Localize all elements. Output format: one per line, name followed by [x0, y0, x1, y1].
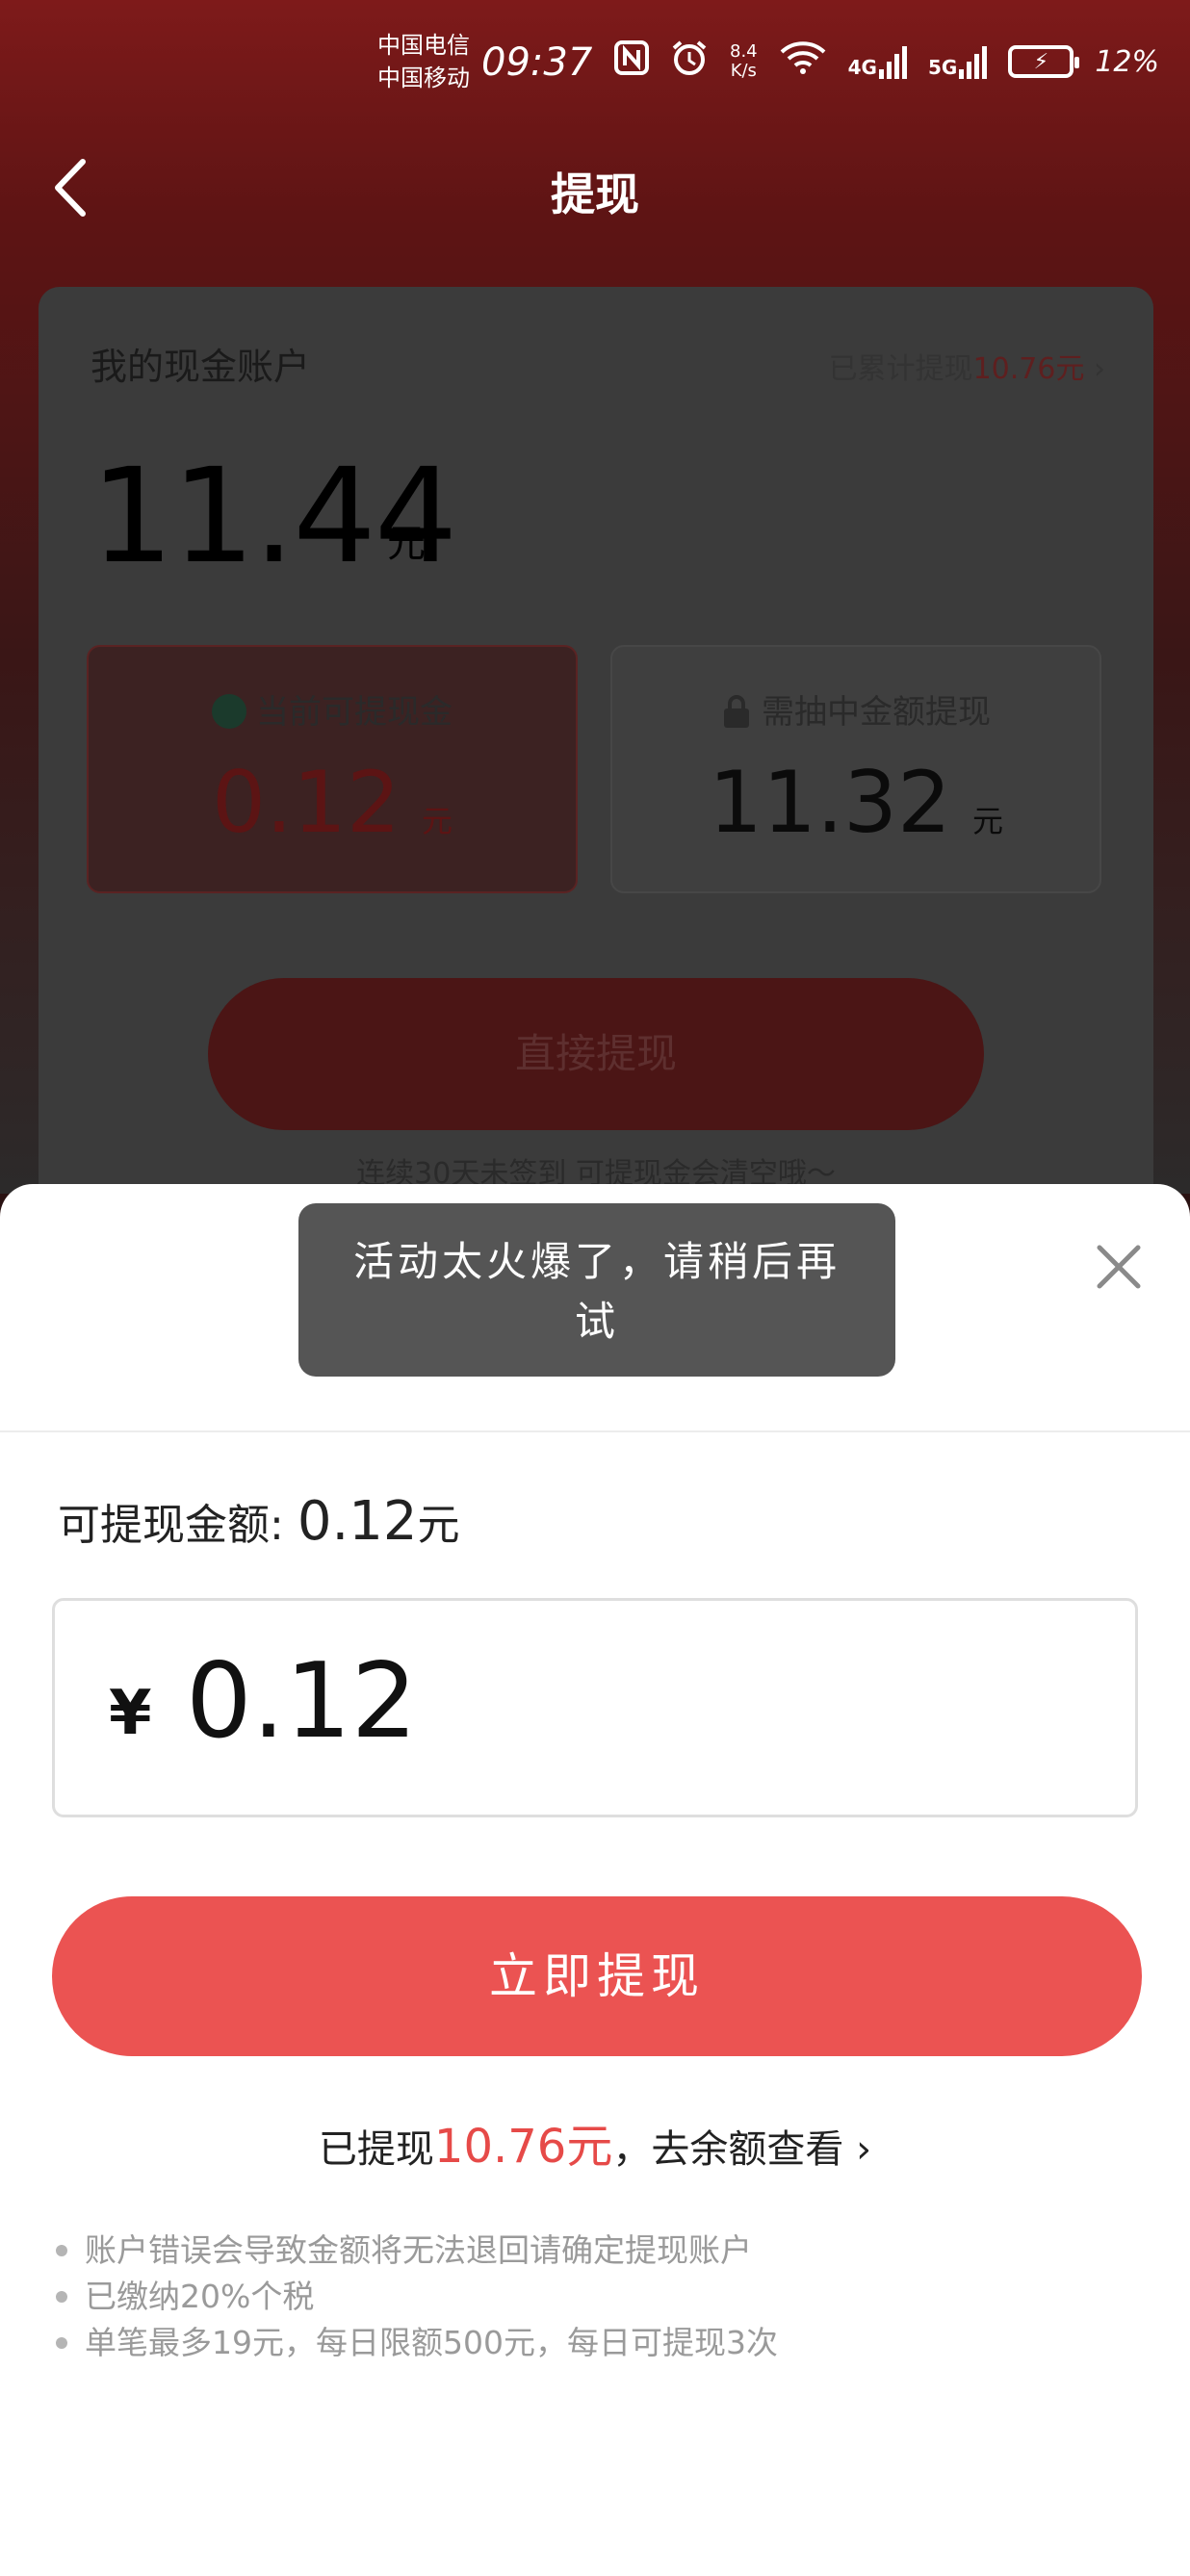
history-amount: 10.76元: [433, 2120, 613, 2174]
locked-box[interactable]: 需抽中金额提现 11.32 元: [610, 645, 1101, 893]
close-button[interactable]: [1084, 1232, 1153, 1301]
currency-symbol: ¥: [109, 1678, 152, 1749]
bullet-icon: [56, 2291, 67, 2303]
withdrawable-value: 0.12: [212, 753, 401, 852]
withdrawable-box[interactable]: 当前可提现金 0.12 元: [87, 645, 578, 893]
direct-withdraw-button[interactable]: 直接提现: [208, 978, 984, 1130]
lock-icon: [721, 694, 752, 737]
withdraw-sheet: 可提现金额: 0.12元 ¥ 立即提现 已提现10.76元，去余额查看 › 账户…: [0, 1184, 1190, 2576]
locked-value: 11.32: [709, 753, 951, 852]
close-icon: [1097, 1245, 1141, 1289]
carrier-2: 中国移动: [377, 64, 470, 91]
list-item: 单笔最多19元，每日限额500元，每日可提现3次: [56, 2320, 778, 2366]
battery-icon: ⚡: [1008, 45, 1080, 78]
history-link[interactable]: 已提现10.76元，去余额查看 ›: [0, 2108, 1190, 2176]
bullet-icon: [56, 2245, 67, 2256]
total-withdrawn-link[interactable]: 已累计提现10.76元 ›: [829, 345, 1105, 387]
locked-label: 需抽中金额提现: [762, 693, 991, 732]
balance-unit: 元: [387, 522, 426, 566]
page-title: 提现: [551, 168, 639, 220]
signal-bars-icon: [959, 44, 988, 79]
list-item: 账户错误会导致金额将无法退回请确定提现账户: [56, 2228, 778, 2274]
divider: [0, 1430, 1190, 1432]
account-title: 我的现金账户: [91, 346, 311, 388]
amount-input[interactable]: [186, 1641, 1052, 1762]
carrier-1: 中国电信: [377, 32, 470, 59]
wifi-icon: [779, 40, 827, 83]
available-value: 0.12: [297, 1490, 418, 1553]
list-item: 已缴纳20%个税: [56, 2274, 778, 2320]
status-bar: 中国电信 中国移动 09:37 8.4 K/s 4G 5G ⚡ 12%: [0, 0, 1190, 135]
carrier-names: 中国电信 中国移动: [377, 29, 470, 94]
amount-field[interactable]: ¥: [52, 1598, 1138, 1817]
account-card: 我的现金账户 已累计提现10.76元 › 11.44 元 当前可提现金 0.12…: [39, 287, 1153, 1211]
signal-4g: 4G: [848, 44, 907, 79]
withdrawable-label: 当前可提现金: [256, 693, 453, 732]
status-icons: 8.4 K/s 4G 5G ⚡ 12%: [614, 39, 1159, 85]
net-speed: 8.4 K/s: [730, 41, 758, 81]
signal-bars-icon: [878, 44, 907, 79]
chevron-right-icon: ›: [1094, 352, 1105, 386]
toast-message: 活动太火爆了，请稍后再试: [298, 1203, 895, 1377]
bullet-icon: [56, 2337, 67, 2349]
signal-5g: 5G: [928, 44, 988, 79]
alarm-icon: [670, 39, 709, 85]
battery-level: 12%: [1095, 44, 1160, 79]
nfc-icon: [614, 40, 649, 83]
notes-list: 账户错误会导致金额将无法退回请确定提现账户 已缴纳20%个税 单笔最多19元，每…: [56, 2228, 778, 2366]
check-circle-icon: [212, 694, 246, 729]
status-time: 09:37: [481, 40, 593, 85]
chevron-right-icon: ›: [856, 2127, 872, 2172]
available-amount: 可提现金额: 0.12元: [58, 1490, 460, 1553]
withdraw-now-button[interactable]: 立即提现: [52, 1896, 1142, 2056]
